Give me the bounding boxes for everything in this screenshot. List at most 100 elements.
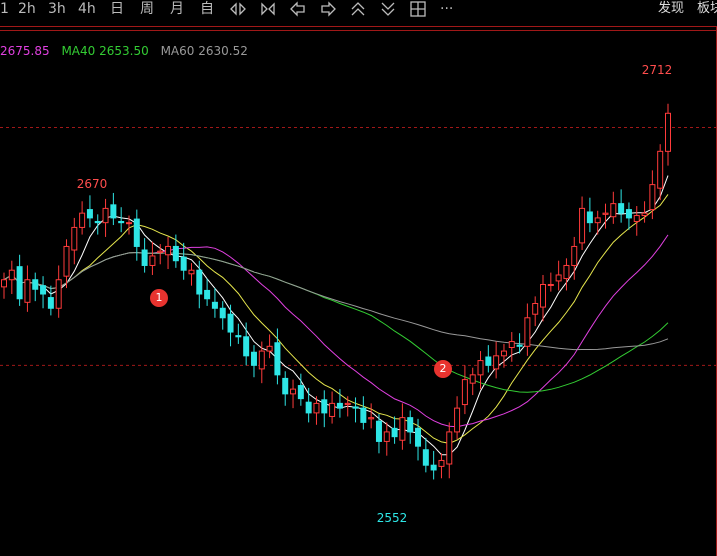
header-divider (0, 26, 717, 27)
candle-body (219, 307, 226, 319)
candle-body (391, 427, 398, 438)
candle-body (250, 351, 257, 366)
candle-body (55, 279, 62, 309)
candle-body (1, 279, 7, 288)
candle-body (594, 217, 601, 224)
candle-body (313, 402, 320, 414)
period-day[interactable]: 日 (110, 0, 124, 18)
candle-body (149, 255, 156, 266)
period-week[interactable]: 周 (140, 0, 154, 18)
candle-body (649, 184, 656, 211)
candle-body (180, 256, 187, 271)
candle-body (188, 269, 195, 275)
period-toolbar: 1 2h 3h 4h 日 周 月 自 ··· 发现 板块 (0, 0, 717, 18)
candle-body (532, 303, 539, 315)
candle-body (571, 245, 578, 266)
low-label: 2552 (377, 511, 408, 525)
candle-body (172, 245, 179, 262)
candle-body (63, 245, 70, 277)
candle-body (16, 266, 23, 300)
candle-body (469, 374, 476, 384)
candle-body (555, 274, 562, 282)
marker-1[interactable]: 1 (150, 289, 168, 307)
candle-body (625, 209, 632, 219)
candle-body (243, 336, 250, 357)
candle-body (360, 407, 367, 423)
candle-body (157, 250, 164, 253)
more-icon[interactable]: ··· (440, 0, 453, 18)
period-3h[interactable]: 3h (48, 0, 66, 18)
candle-body (211, 301, 218, 309)
candle-body (125, 222, 132, 225)
high-label: 2712 (642, 63, 673, 77)
sector-link[interactable]: 板块 (697, 0, 717, 18)
marker-2[interactable]: 2 (434, 360, 452, 378)
candle-body (141, 249, 148, 266)
layout-grid-icon[interactable] (408, 0, 428, 18)
candlestick-chart[interactable]: 2712 2670 2552 (0, 30, 717, 556)
ma20-line (3, 234, 669, 428)
candle-body (321, 399, 328, 414)
candle-body (516, 344, 523, 347)
discover-link[interactable]: 发现 (658, 0, 684, 18)
period-2h[interactable]: 2h (18, 0, 36, 18)
candle-body (47, 297, 54, 309)
candle-body (547, 283, 554, 286)
candle-body (540, 283, 547, 308)
candle-body (563, 264, 570, 280)
candle-body (610, 203, 617, 218)
period-month[interactable]: 月 (170, 0, 184, 18)
candle-body (118, 220, 125, 224)
candle-body (235, 335, 242, 338)
candle-body (165, 245, 172, 256)
candle-body (258, 350, 265, 370)
period-4h[interactable]: 4h (78, 0, 96, 18)
candle-body (665, 112, 671, 152)
candle-body (657, 150, 664, 189)
candle-body (102, 207, 109, 224)
candle-body (524, 317, 531, 347)
chevrons-up-icon[interactable] (348, 0, 368, 18)
candle-body (297, 385, 304, 400)
candle-body (336, 402, 343, 409)
candle-body (24, 279, 31, 303)
candle-body (305, 401, 312, 414)
candle-body (641, 212, 648, 217)
candle-body (86, 209, 93, 219)
candle-body (40, 285, 47, 295)
candle-body (329, 402, 336, 417)
period-1m[interactable]: 1 (0, 0, 9, 18)
candle-body (454, 407, 461, 433)
candle-body (415, 427, 422, 447)
candle-body (8, 269, 15, 281)
candle-body (375, 420, 382, 442)
candle-body (290, 388, 297, 395)
candle-body (579, 207, 586, 244)
expand-horizontal-icon[interactable] (228, 0, 248, 18)
candle-body (196, 269, 203, 295)
candle-body (94, 220, 101, 224)
candle-body (430, 464, 437, 471)
candle-body (477, 360, 484, 376)
candle-body (399, 417, 406, 441)
arrow-left-icon[interactable] (288, 0, 308, 18)
candle-body (32, 279, 39, 290)
candle-body (266, 345, 273, 352)
collapse-horizontal-icon[interactable] (258, 0, 278, 18)
candle-body (204, 289, 211, 300)
candle-body (407, 417, 414, 433)
high-left-label: 2670 (77, 177, 108, 191)
period-custom[interactable]: 自 (200, 0, 214, 18)
candle-body (461, 379, 468, 406)
candle-body (438, 459, 445, 467)
candle-body (282, 377, 289, 395)
candle-body (500, 350, 507, 357)
candle-body (586, 211, 593, 224)
candle-body (485, 356, 492, 366)
candle-body (383, 431, 390, 442)
chevrons-down-icon[interactable] (378, 0, 398, 18)
candle-body (110, 204, 117, 219)
candle-body (618, 203, 625, 214)
arrow-right-icon[interactable] (318, 0, 338, 18)
candle-body (79, 212, 86, 228)
